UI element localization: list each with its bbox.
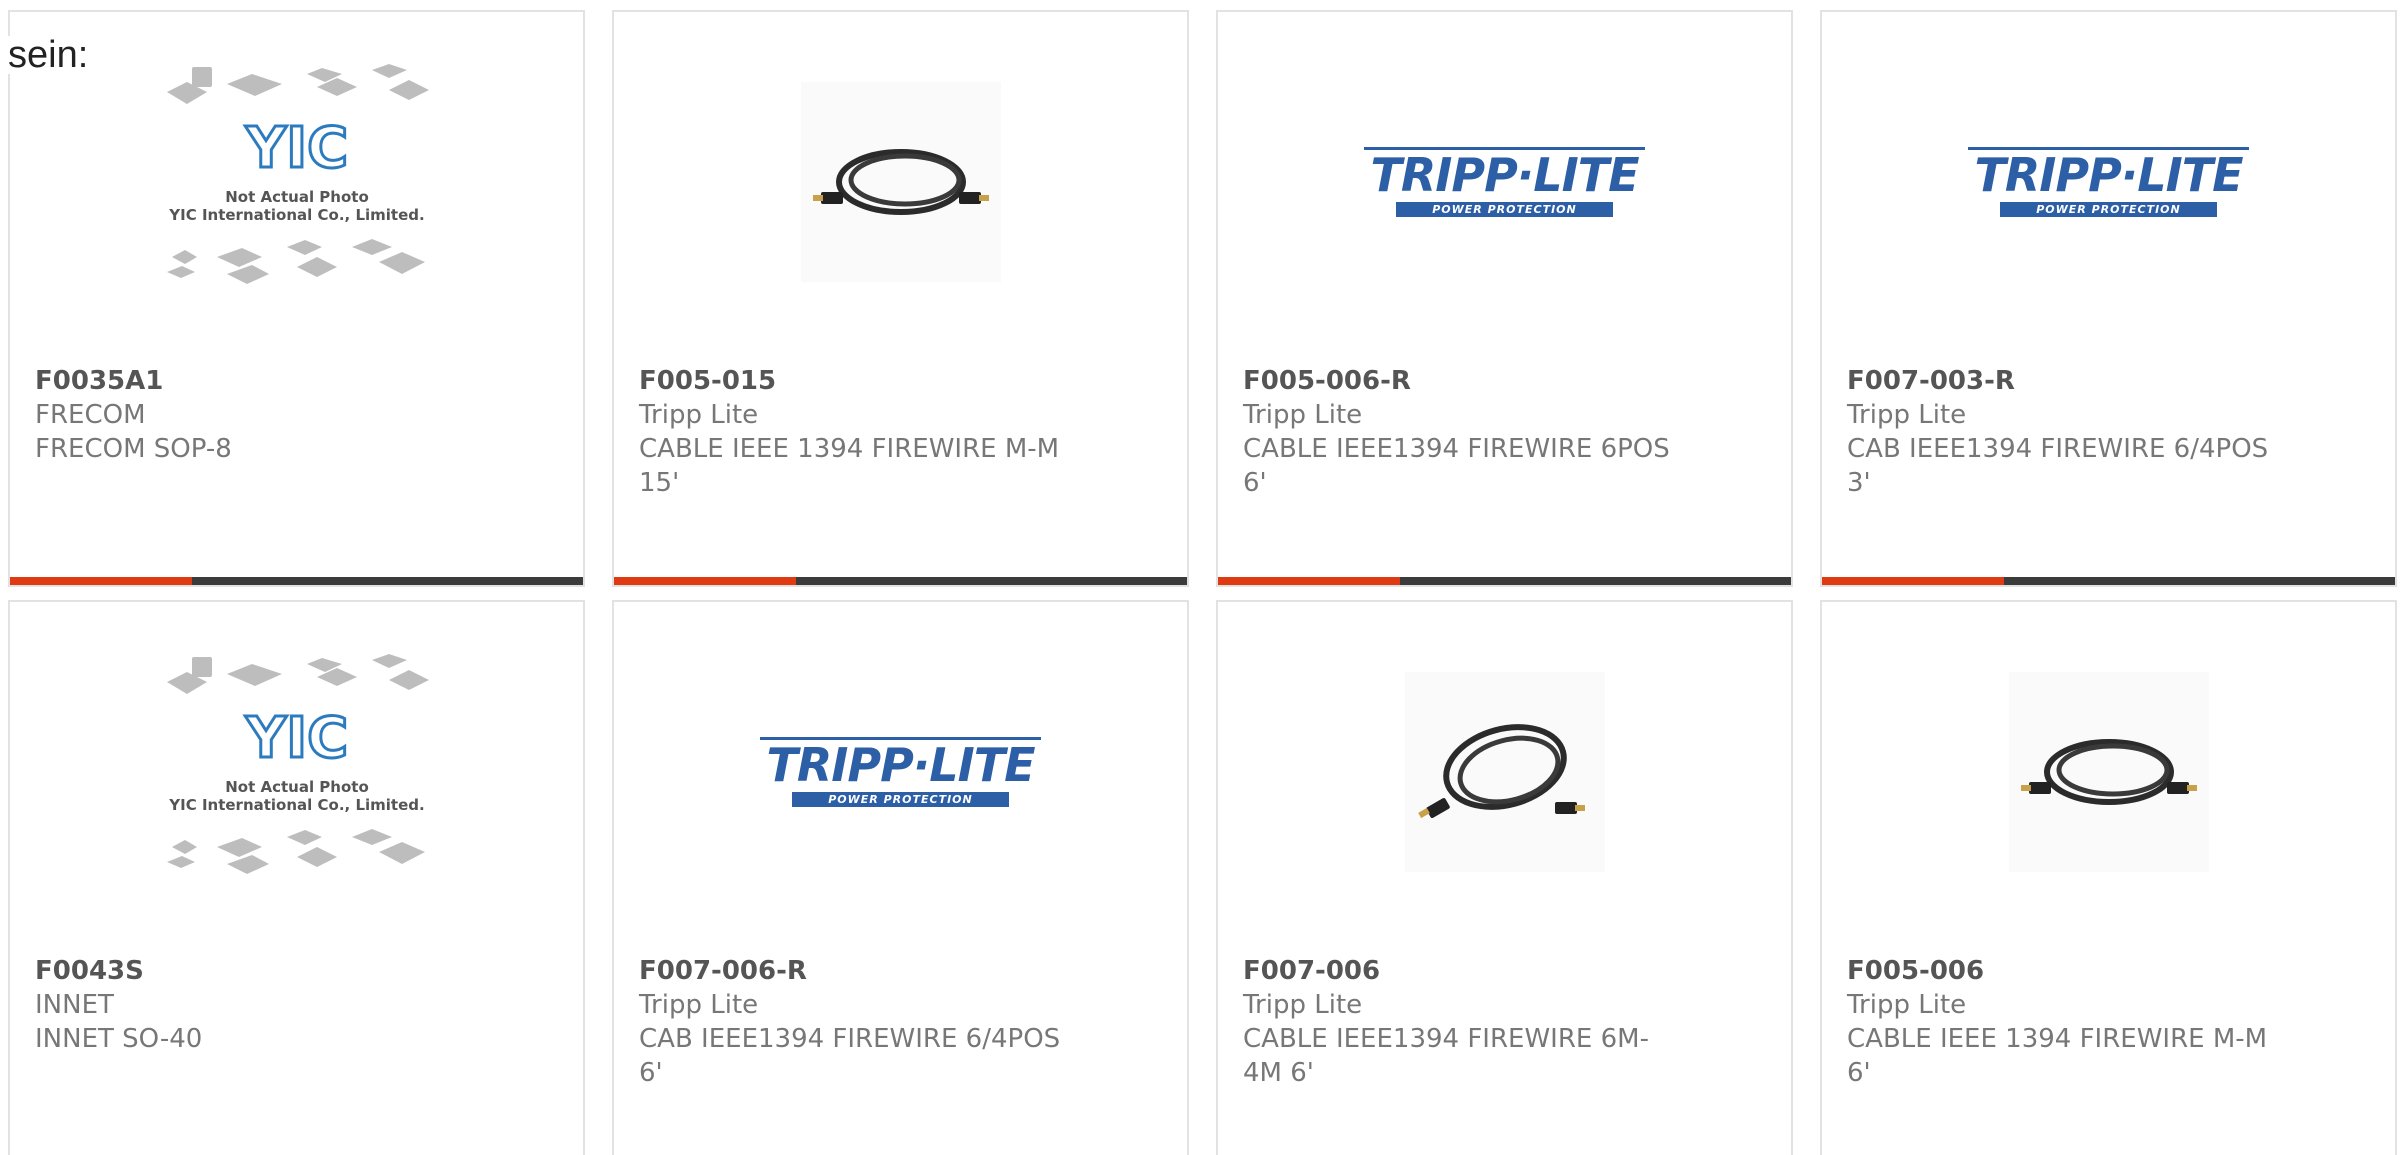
svg-text:Not Actual Photo: Not Actual Photo: [225, 188, 369, 206]
tripp-lite-tagline: POWER PROTECTION: [2000, 202, 2217, 217]
card-footer-bar: [1218, 577, 1791, 585]
product-manufacturer: Tripp Lite: [639, 400, 759, 430]
tripp-lite-logo: TRIPP·LITE POWER PROTECTION: [1968, 147, 2249, 217]
product-image[interactable]: TRIPP·LITE POWER PROTECTION: [614, 642, 1187, 902]
cable-icon: [1417, 724, 1585, 819]
product-sku[interactable]: F007-006-R: [639, 954, 807, 988]
product-image[interactable]: YIC Not Actual Photo YIC International C…: [10, 642, 583, 902]
product-description: FRECOM SOP-8: [35, 434, 232, 464]
yic-placeholder-image: YIC Not Actual Photo YIC International C…: [166, 654, 429, 874]
card-accent-bar: [1822, 577, 2004, 585]
svg-text:YIC International Co., Limited: YIC International Co., Limited.: [168, 206, 424, 224]
svg-text:Not Actual Photo: Not Actual Photo: [225, 778, 369, 796]
firewire-cable-image: [1404, 672, 1605, 872]
product-sku[interactable]: F005-015: [639, 364, 776, 398]
product-manufacturer: FRECOM: [35, 400, 146, 430]
tripp-lite-wordmark: TRIPP·LITE: [1968, 147, 2249, 200]
product-sku[interactable]: F007-003-R: [1847, 364, 2015, 398]
product-card[interactable]: F007-006 Tripp Lite CABLE IEEE1394 FIREW…: [1216, 600, 1793, 1155]
product-description: CABLE IEEE1394 FIREWIRE 6M-4M 6': [1243, 1024, 1649, 1088]
product-image[interactable]: TRIPP·LITE POWER PROTECTION: [1822, 52, 2395, 312]
card-footer-bar: [614, 577, 1187, 585]
product-sku[interactable]: F0043S: [35, 954, 144, 988]
product-card[interactable]: YIC Not Actual Photo YIC International C…: [8, 10, 585, 587]
card-accent-bar: [1218, 577, 1400, 585]
product-description: CABLE IEEE1394 FIREWIRE 6POS 6': [1243, 434, 1670, 498]
card-accent-bar: [10, 577, 192, 585]
product-description: CABLE IEEE 1394 FIREWIRE M-M 6': [1847, 1024, 2268, 1088]
intro-text: sein:: [8, 34, 89, 76]
product-card[interactable]: YIC Not Actual Photo YIC International C…: [8, 600, 585, 1155]
yic-placeholder-image: YIC Not Actual Photo YIC International C…: [166, 64, 429, 284]
product-sku[interactable]: F005-006: [1847, 954, 1984, 988]
tripp-lite-wordmark: TRIPP·LITE: [760, 737, 1041, 790]
product-image[interactable]: YIC Not Actual Photo YIC International C…: [10, 52, 583, 312]
product-card[interactable]: TRIPP·LITE POWER PROTECTION F005-006-R T…: [1216, 10, 1793, 587]
product-card[interactable]: F005-006 Tripp Lite CABLE IEEE 1394 FIRE…: [1820, 600, 2397, 1155]
cable-icon: [812, 149, 989, 215]
product-manufacturer: Tripp Lite: [1243, 400, 1363, 430]
product-manufacturer: Tripp Lite: [1847, 990, 1967, 1020]
tripp-lite-logo: TRIPP·LITE POWER PROTECTION: [760, 737, 1041, 807]
svg-text:YIC International Co., Limited: YIC International Co., Limited.: [168, 796, 424, 814]
product-description: CABLE IEEE 1394 FIREWIRE M-M 15': [639, 434, 1060, 498]
product-image[interactable]: TRIPP·LITE POWER PROTECTION: [1218, 52, 1791, 312]
svg-text:YIC: YIC: [244, 116, 347, 181]
firewire-cable-image: [2008, 672, 2209, 872]
product-description: INNET SO-40: [35, 1024, 203, 1054]
product-card[interactable]: F005-015 Tripp Lite CABLE IEEE 1394 FIRE…: [612, 10, 1189, 587]
product-card[interactable]: TRIPP·LITE POWER PROTECTION F007-006-R T…: [612, 600, 1189, 1155]
product-manufacturer: Tripp Lite: [1847, 400, 1967, 430]
product-sku[interactable]: F0035A1: [35, 364, 163, 398]
tripp-lite-logo: TRIPP·LITE POWER PROTECTION: [1364, 147, 1645, 217]
tripp-lite-tagline: POWER PROTECTION: [1396, 202, 1613, 217]
product-manufacturer: Tripp Lite: [639, 990, 759, 1020]
card-footer-bar: [10, 577, 583, 585]
product-card[interactable]: TRIPP·LITE POWER PROTECTION F007-003-R T…: [1820, 10, 2397, 587]
svg-text:YIC: YIC: [244, 706, 347, 771]
cable-icon: [2020, 739, 2197, 805]
product-image[interactable]: [1218, 642, 1791, 902]
product-sku[interactable]: F007-006: [1243, 954, 1380, 988]
firewire-cable-image: [800, 82, 1001, 282]
product-image[interactable]: [614, 52, 1187, 312]
product-description: CAB IEEE1394 FIREWIRE 6/4POS 3': [1847, 434, 2269, 498]
tripp-lite-wordmark: TRIPP·LITE: [1364, 147, 1645, 200]
product-image[interactable]: [1822, 642, 2395, 902]
card-accent-bar: [614, 577, 796, 585]
card-footer-bar: [1822, 577, 2395, 585]
product-sku[interactable]: F005-006-R: [1243, 364, 1411, 398]
tripp-lite-tagline: POWER PROTECTION: [792, 792, 1009, 807]
product-description: CAB IEEE1394 FIREWIRE 6/4POS 6': [639, 1024, 1061, 1088]
product-manufacturer: INNET: [35, 990, 114, 1020]
product-manufacturer: Tripp Lite: [1243, 990, 1363, 1020]
